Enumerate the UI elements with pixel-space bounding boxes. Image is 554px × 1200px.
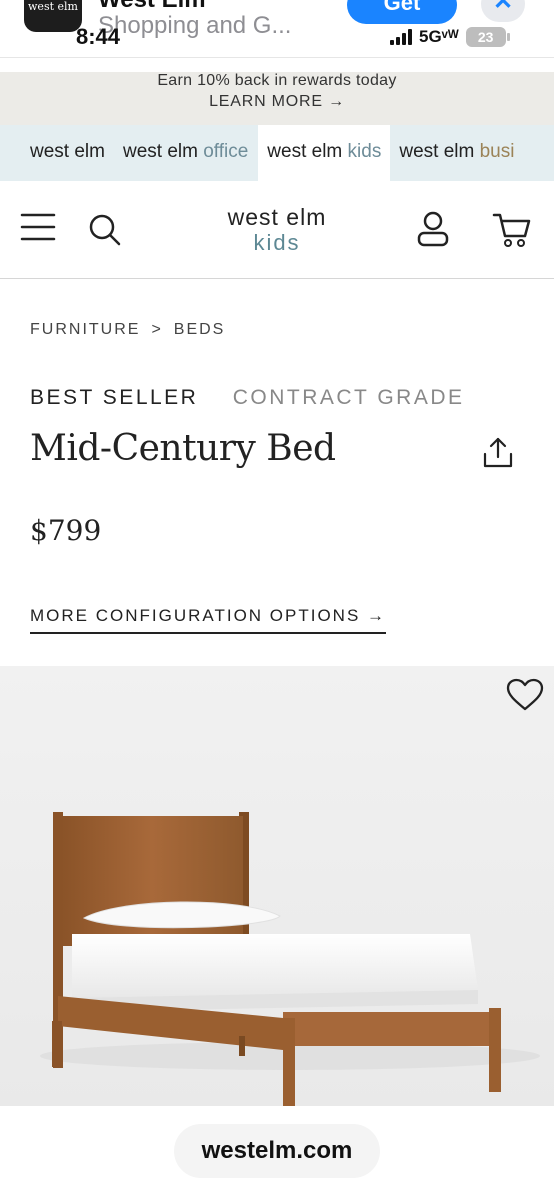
contract-grade-badge: CONTRACT GRADE bbox=[232, 386, 465, 409]
close-banner-button[interactable]: ✕ bbox=[481, 0, 525, 22]
breadcrumb-beds[interactable]: BEDS bbox=[174, 321, 226, 339]
brand-tab-label: west elm bbox=[399, 141, 475, 162]
account-icon[interactable] bbox=[416, 211, 450, 247]
brand-tab-kids[interactable]: west elm kids bbox=[258, 125, 391, 181]
brand-tab-business[interactable]: west elm busi bbox=[390, 125, 514, 181]
browser-bottom-bar: westelm.com bbox=[0, 1106, 554, 1200]
site-header: west elm kids bbox=[0, 181, 554, 279]
rewards-promo-banner[interactable]: Earn 10% back in rewards today LEARN MOR… bbox=[0, 72, 554, 125]
battery-icon: 23 bbox=[465, 27, 510, 47]
best-seller-badge: BEST SELLER bbox=[30, 386, 199, 409]
status-time: 8:44 bbox=[76, 24, 121, 49]
brand-tab-label: west elm bbox=[267, 141, 343, 162]
brand-tab-sub-label: busi bbox=[479, 141, 515, 162]
cart-icon[interactable] bbox=[492, 211, 532, 249]
more-configuration-options-link[interactable]: MORE CONFIGURATION OPTIONS → bbox=[30, 606, 387, 634]
network-type: 5Gᵛᵂ bbox=[419, 27, 459, 46]
get-app-button[interactable]: Get bbox=[347, 0, 457, 24]
product-image[interactable] bbox=[0, 666, 554, 1108]
brand-tab-office[interactable]: west elm office bbox=[123, 125, 258, 181]
logo-sub-text: kids bbox=[253, 230, 301, 255]
brand-tab-label: west elm bbox=[30, 141, 105, 162]
product-title: Mid-Century Bed bbox=[30, 428, 336, 469]
bed-illustration bbox=[40, 812, 540, 1106]
logo-main-text: west elm bbox=[227, 204, 327, 230]
status-indicators: 5Gᵛᵂ 23 bbox=[390, 26, 510, 48]
share-icon[interactable] bbox=[481, 436, 515, 470]
promo-text: Earn 10% back in rewards today bbox=[157, 72, 397, 89]
app-icon-text: west elm bbox=[28, 0, 78, 13]
breadcrumb: FURNITURE > BEDS bbox=[30, 321, 225, 339]
product-badges: BEST SELLER CONTRACT GRADE bbox=[30, 386, 465, 410]
brand-tab-sub-label: office bbox=[203, 141, 249, 162]
west-elm-kids-logo[interactable]: west elm kids bbox=[0, 203, 554, 255]
brand-tabs: west elm west elm office west elm kids w… bbox=[0, 125, 554, 181]
url-bar[interactable]: westelm.com bbox=[174, 1124, 380, 1178]
app-subtitle: Shopping and G... bbox=[98, 12, 292, 39]
cellular-signal-icon bbox=[390, 29, 412, 45]
breadcrumb-separator: > bbox=[151, 321, 163, 338]
product-price: $799 bbox=[30, 514, 102, 547]
learn-more-link[interactable]: LEARN MORE → bbox=[0, 90, 554, 114]
favorite-heart-icon[interactable] bbox=[506, 678, 544, 712]
breadcrumb-furniture[interactable]: FURNITURE bbox=[30, 321, 140, 339]
brand-tab-west-elm[interactable]: west elm bbox=[0, 125, 123, 181]
brand-tab-sub-label: kids bbox=[347, 141, 382, 162]
west-elm-app-icon[interactable]: west elm bbox=[24, 0, 82, 32]
brand-tab-label: west elm bbox=[122, 141, 198, 162]
